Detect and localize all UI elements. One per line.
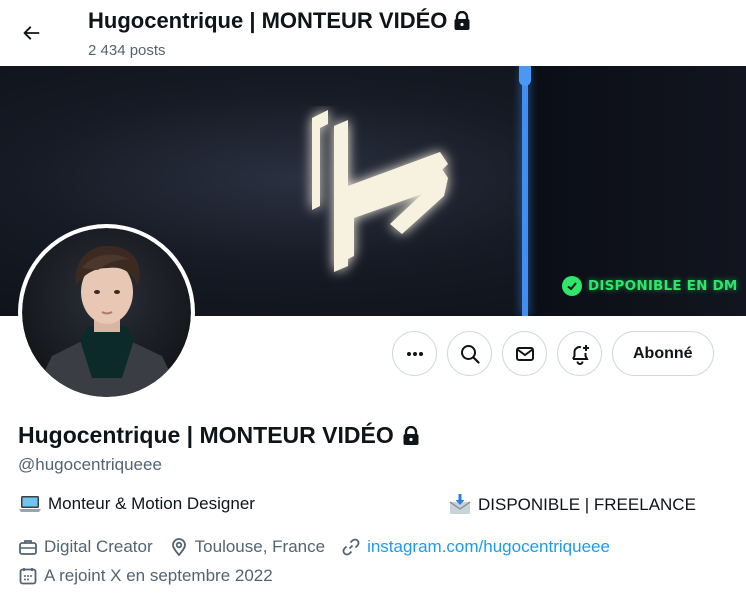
search-icon [460, 344, 480, 364]
location-pin-icon [171, 538, 186, 557]
search-profile-button[interactable] [447, 331, 492, 376]
posts-count: 2 434 posts [88, 42, 166, 59]
joined-row: A rejoint X en septembre 2022 [18, 566, 289, 586]
profile-meta-row: Digital Creator Toulouse, France instagr… [18, 537, 626, 557]
arrow-left-icon [23, 26, 40, 40]
bio-left-text: Monteur & Motion Designer [48, 494, 255, 513]
website-link[interactable]: instagram.com/hugocentriqueee [367, 537, 610, 557]
lock-icon [403, 425, 419, 445]
location-text: Toulouse, France [194, 537, 326, 556]
more-options-button[interactable] [392, 331, 437, 376]
avatar-photo [22, 228, 191, 397]
following-button[interactable]: Abonné [612, 331, 714, 376]
profile-actions: Abonné [392, 331, 714, 376]
bio-line-right: DISPONIBLE | FREELANCE [448, 494, 696, 516]
profile-name-text: Hugocentrique | MONTEUR VIDÉO [18, 422, 394, 448]
inbox-download-icon [449, 494, 471, 514]
briefcase-icon [19, 540, 37, 555]
header-title: Hugocentrique | MONTEUR VIDÉO [88, 8, 471, 34]
back-button[interactable] [12, 14, 50, 52]
brand-logo [312, 110, 448, 272]
notifications-button[interactable] [557, 331, 602, 376]
more-horizontal-icon [406, 351, 423, 356]
bell-plus-icon [571, 344, 589, 365]
check-icon [562, 276, 582, 296]
envelope-icon [515, 346, 534, 361]
profile-header-bar: Hugocentrique | MONTEUR VIDÉO 2 434 post… [0, 0, 746, 66]
availability-badge: DISPONIBLE EN DM [562, 276, 738, 296]
bio-line-left: Monteur & Motion Designer [18, 494, 255, 514]
laptop-icon [19, 496, 41, 512]
timeline-playhead-line [522, 66, 528, 316]
calendar-icon [19, 568, 37, 585]
bio-right-text: DISPONIBLE | FREELANCE [478, 495, 696, 514]
timeline-playhead-handle [519, 66, 531, 86]
category-text: Digital Creator [44, 537, 153, 556]
header-title-text: Hugocentrique | MONTEUR VIDÉO [88, 8, 448, 33]
location-item: Toulouse, France [169, 537, 325, 557]
profile-avatar[interactable] [18, 224, 195, 401]
profile-handle: @hugocentriqueee [18, 455, 162, 474]
joined-item: A rejoint X en septembre 2022 [18, 566, 273, 586]
profile-name: Hugocentrique | MONTEUR VIDÉO [18, 422, 420, 449]
lock-icon [454, 11, 470, 30]
message-button[interactable] [502, 331, 547, 376]
joined-text: A rejoint X en septembre 2022 [44, 566, 273, 585]
link-icon [342, 538, 360, 556]
website-item[interactable]: instagram.com/hugocentriqueee [341, 537, 610, 557]
availability-text: DISPONIBLE EN DM [588, 278, 738, 294]
category-item: Digital Creator [18, 537, 153, 557]
